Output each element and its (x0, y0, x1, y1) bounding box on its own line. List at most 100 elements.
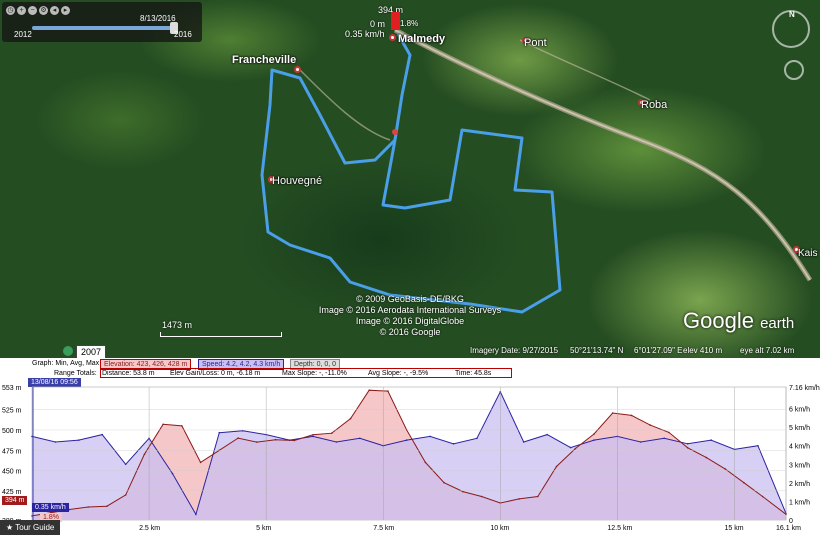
x-tick-label: 7.5 km (373, 525, 394, 532)
elevation-profile-pane[interactable]: Graph: Min, Avg, Max Elevation: 423, 426… (0, 358, 820, 535)
elevation-point (162, 423, 164, 426)
zoom-out-icon[interactable]: − (28, 6, 37, 15)
track-cursor-dist: 0 m (370, 19, 386, 29)
elevation-point (312, 434, 314, 436)
elevation-point (293, 439, 296, 442)
speed-point (359, 437, 361, 440)
back-icon[interactable]: ◂ (50, 6, 59, 15)
y-right-tick-label: 7.16 km/h (789, 385, 820, 392)
settings-icon[interactable]: ⚙ (39, 6, 48, 15)
time-slider-track[interactable] (32, 26, 172, 30)
map-view[interactable]: Francheville Malmedy Pont Roba Houvegné … (0, 0, 820, 358)
elevation-point (518, 498, 520, 500)
elevation-point (68, 508, 71, 511)
speed-point (546, 433, 548, 436)
cursor-speed: 0.35 km/h (32, 503, 69, 512)
x-tick-label: 16.1 km (776, 525, 801, 532)
elevation-point (424, 461, 427, 464)
longitude: 6°01'27.09" E (634, 346, 683, 355)
time-slider[interactable]: ◷ + − ⚙ ◂ ▸ 8/13/2016 2012 2016 (2, 2, 202, 42)
track-cursor-marker (392, 129, 398, 135)
y-left-tick-label: 525 m (2, 408, 22, 415)
x-tick-label: 2.5 km (139, 525, 160, 532)
elevation-readout: elev 410 m (683, 346, 723, 355)
speed-point (429, 435, 431, 438)
elevation-point (199, 461, 202, 464)
y-right-tick-label: 0 (789, 518, 793, 525)
place-label: Roba (641, 99, 668, 111)
imagery-year: 2007 (76, 345, 107, 358)
road (519, 39, 651, 101)
x-tick-label: 15 km (724, 525, 743, 532)
zoom-in-icon[interactable]: + (17, 6, 26, 15)
place-pin (294, 66, 301, 73)
y-left-tick-label: 500 m (2, 428, 22, 435)
speed-point (663, 437, 665, 440)
y-right-tick-label: 6 km/h (789, 407, 810, 414)
star-icon: ★ (6, 523, 16, 532)
tour-guide-button[interactable]: ★ Tour Guide (0, 520, 60, 535)
speed-point (195, 513, 197, 516)
clock-icon[interactable]: ◷ (6, 6, 15, 15)
time-slider-icons: ◷ + − ⚙ ◂ ▸ (6, 6, 70, 15)
speed-point (78, 439, 80, 441)
imagery-date: Imagery Date: 9/27/2015 (470, 346, 559, 355)
elevation-point (761, 495, 764, 498)
y-left-tick-label: 450 m (2, 469, 22, 476)
elevation-point (555, 465, 558, 468)
elevation-point (743, 481, 745, 484)
scale-label: 1473 m (162, 320, 193, 330)
elevation-chart[interactable]: 2.5 km 5 km 7.5 km 10 km 12.5 km 15 km 16.1 km… (0, 358, 820, 535)
speed-point (710, 439, 712, 441)
elevation-point (106, 505, 108, 507)
y-right-tick-label: 1 km/h (789, 499, 810, 506)
x-tick-label: 12.5 km (607, 525, 632, 532)
place-label: Francheville (232, 54, 297, 66)
place-label: Malmedy (398, 33, 446, 45)
elevation-point (237, 437, 239, 439)
elevation-point (705, 456, 708, 459)
y-right-tick-label: 2 km/h (789, 481, 810, 488)
speed-point (54, 441, 57, 443)
y-right-tick-label: 3 km/h (789, 462, 810, 469)
elevation-point (593, 433, 595, 435)
speed-point (452, 443, 455, 445)
compass-control[interactable]: N (772, 10, 810, 48)
time-slider-start: 2012 (14, 30, 32, 39)
elevation-point (181, 425, 183, 427)
historical-imagery-icon[interactable] (63, 346, 73, 356)
elevation-point (255, 441, 258, 443)
forward-icon[interactable]: ▸ (61, 6, 70, 15)
logo-earth: earth (760, 315, 795, 332)
eye-altitude: eye alt 7.02 km (740, 346, 795, 355)
elevation-point (443, 481, 445, 484)
elevation-point (668, 431, 670, 434)
cursor-elevation: 394 m (2, 496, 28, 505)
y-right-tick-label: 4 km/h (789, 444, 810, 451)
x-tick-label: 5 km (256, 525, 271, 532)
copyright-line: © 2016 Google (379, 327, 441, 337)
elevation-point (87, 506, 89, 508)
speed-point (405, 439, 408, 441)
speed-point (171, 472, 174, 475)
elevation-point (274, 438, 277, 441)
speed-point (569, 446, 572, 449)
latitude: 50°21'13.74" N (570, 346, 624, 355)
copyright-line: Image © 2016 DigitalGlobe (355, 316, 465, 326)
street-view-icon[interactable] (784, 60, 804, 80)
elevation-point (611, 412, 614, 414)
speed-point (757, 444, 759, 447)
copyright-line: © 2009 GeoBasis-DE/BKG (356, 294, 464, 304)
elevation-point (649, 424, 651, 426)
elevation-point (143, 453, 146, 456)
y-left-tick-label: 425 m (2, 489, 22, 496)
elevation-point (349, 417, 352, 420)
place-label: Pont (524, 37, 547, 49)
copyright-line: Image © 2016 Aerodata International Surv… (318, 305, 502, 315)
elevation-point (330, 432, 333, 434)
speed-point (686, 443, 689, 445)
speed-point (476, 437, 478, 440)
elevation-point (537, 495, 539, 498)
speed-point (124, 463, 127, 466)
time-slider-end: 2016 (174, 30, 192, 39)
